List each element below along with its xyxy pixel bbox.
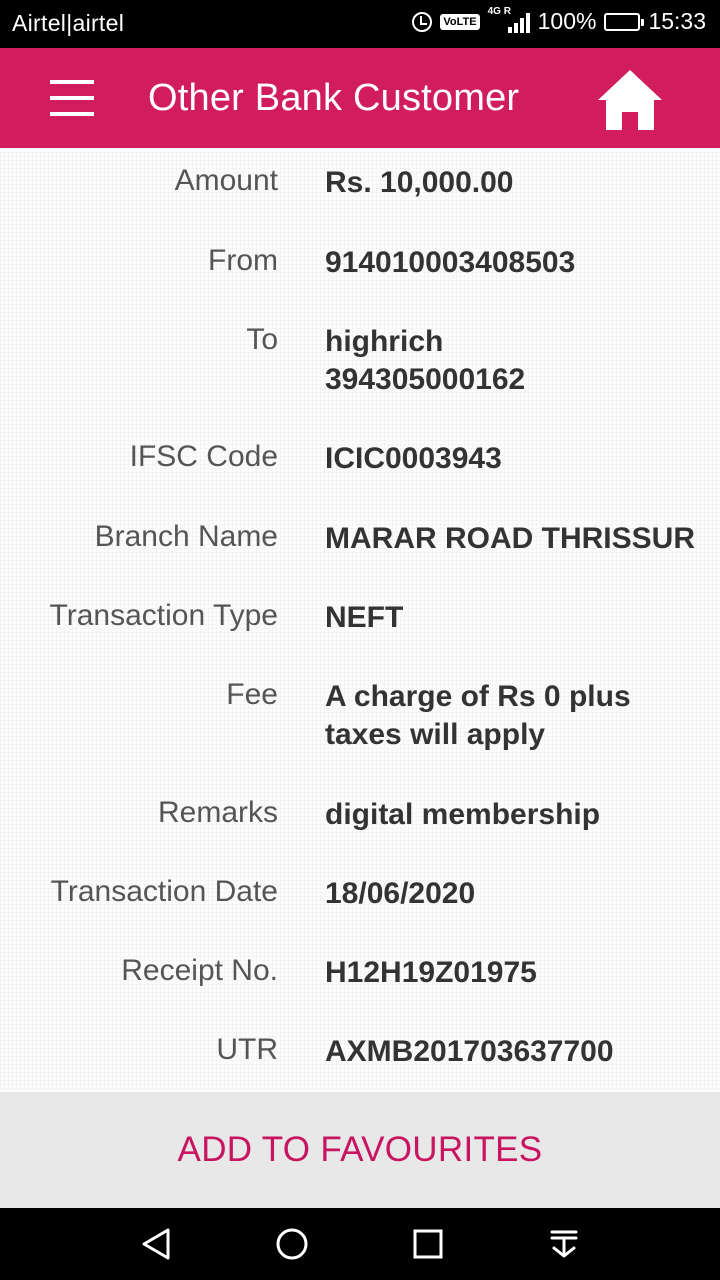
detail-value: 18/06/2020 xyxy=(325,877,476,910)
battery-icon xyxy=(604,12,645,31)
pull-down-icon[interactable] xyxy=(544,1226,584,1262)
detail-value: highrich 394305000162 xyxy=(325,325,526,396)
detail-label: From xyxy=(208,244,278,277)
detail-label: UTR xyxy=(216,1033,278,1066)
detail-label: IFSC Code xyxy=(129,440,278,473)
recents-square-icon[interactable] xyxy=(408,1226,448,1262)
hamburger-menu-icon[interactable] xyxy=(50,80,94,116)
detail-value: MARAR ROAD THRISSUR xyxy=(325,522,695,555)
detail-value: Rs. 10,000.00 xyxy=(325,166,514,199)
app-bar: Other Bank Customer xyxy=(0,48,720,148)
detail-label: Fee xyxy=(226,678,278,711)
detail-value: 914010003408503 xyxy=(325,246,576,279)
signal-icon: 4G R xyxy=(488,6,530,35)
detail-label: Receipt No. xyxy=(121,954,278,987)
carrier-name: Airtel|airtel xyxy=(12,10,125,36)
transaction-details: Amount Rs. 10,000.00 From 91401000340850… xyxy=(0,148,720,1092)
status-icons: VoLTE 4G R 100% 15:33 xyxy=(412,6,706,35)
volte-badge: VoLTE xyxy=(440,13,480,30)
navigation-bar xyxy=(0,1208,720,1280)
detail-label: Amount xyxy=(174,164,278,197)
detail-label: Branch Name xyxy=(94,520,278,553)
add-to-favourites-button[interactable]: ADD TO FAVOURITES xyxy=(0,1092,720,1208)
detail-label: To xyxy=(246,323,278,356)
page-title: Other Bank Customer xyxy=(148,77,520,119)
detail-value: ICIC0003943 xyxy=(325,442,502,475)
detail-value: H12H19Z01975 xyxy=(325,956,537,989)
detail-value: NEFT xyxy=(325,601,404,634)
home-circle-icon[interactable] xyxy=(272,1226,312,1262)
detail-label: Transaction Type xyxy=(49,599,278,632)
status-bar: Airtel|airtel VoLTE 4G R 100% 15:33 xyxy=(0,0,720,48)
home-icon[interactable] xyxy=(596,68,664,132)
clock: 15:33 xyxy=(648,8,706,34)
battery-percent: 100% xyxy=(537,8,597,34)
detail-value: AXMB201703637700 xyxy=(325,1035,614,1068)
alarm-icon xyxy=(412,11,433,32)
back-triangle-icon[interactable] xyxy=(136,1226,176,1262)
detail-label: Transaction Date xyxy=(50,875,278,908)
detail-value: digital membership xyxy=(325,798,601,831)
detail-label: Remarks xyxy=(157,796,278,829)
detail-value: A charge of Rs 0 plus taxes will apply xyxy=(325,680,631,751)
